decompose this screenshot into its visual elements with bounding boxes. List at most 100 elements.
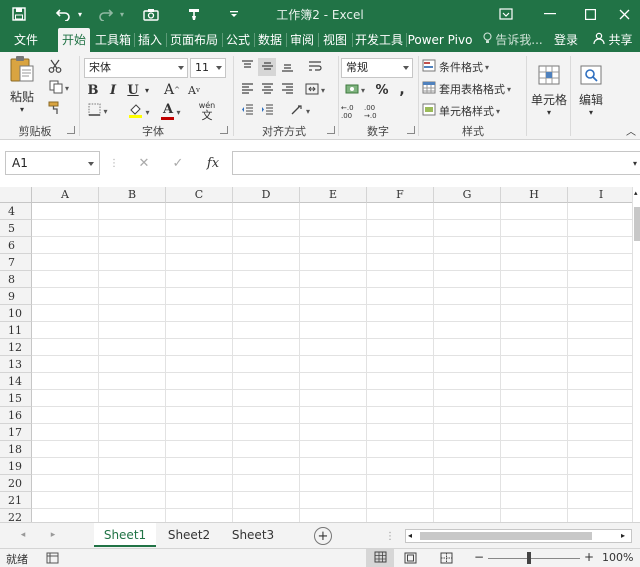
row-header-20[interactable]: 20 [0,475,32,492]
tell-me-box[interactable]: 告诉我... [480,28,546,52]
row-header-13[interactable]: 13 [0,356,32,373]
decrease-decimal-button[interactable]: .00 →.0 [364,102,386,122]
ribbon-display-options-icon[interactable] [484,0,528,28]
spreadsheet-grid[interactable]: ABCDEFGHI 4 5 6 7 8 9 10 11 12 13 14 15 16 17 18 19 20 21… [0,187,640,522]
zoom-slider-track[interactable] [488,558,580,559]
row-header-7[interactable]: 7 [0,254,32,271]
row-header-19[interactable]: 19 [0,458,32,475]
dialog-launcher-icon[interactable] [407,126,415,134]
row-header-18[interactable]: 18 [0,441,32,458]
tab-view[interactable]: 视图 [319,28,351,52]
bottom-align-button[interactable] [278,58,296,76]
font-size-dropdown[interactable]: 11 [190,58,226,78]
grow-font-button[interactable]: A ^ [163,81,181,99]
zoom-out-button[interactable]: − [474,550,484,564]
underline-dropdown-icon[interactable]: ▾ [142,81,152,99]
column-header-f[interactable]: F [367,187,434,203]
expand-formula-bar-icon[interactable]: ▾ [630,157,640,169]
format-as-table-button[interactable]: 套用表格格式 ▾ [422,80,522,98]
new-sheet-button[interactable]: + [314,527,332,545]
accounting-format-button[interactable]: ▾ [341,81,369,99]
next-sheet-icon[interactable]: ▸ [46,528,60,542]
scroll-right-icon[interactable]: ▸ [621,530,629,542]
page-layout-view-button[interactable] [404,552,417,567]
percent-button[interactable]: % [373,81,391,99]
dialog-launcher-icon[interactable] [327,126,335,134]
font-color-button[interactable]: A ▾ [157,102,185,122]
tab-power-pivot[interactable]: Power Pivo [407,28,473,52]
select-all-corner[interactable] [0,187,32,203]
sheet-tab-sheet1[interactable]: Sheet1 [94,523,156,547]
row-header-6[interactable]: 6 [0,237,32,254]
align-right-button[interactable] [278,81,296,99]
prev-sheet-icon[interactable]: ◂ [16,528,30,542]
cancel-entry-button[interactable]: ✕ [134,155,154,171]
tab-developer[interactable]: 开发工具 [353,28,405,52]
italic-button[interactable]: I [104,81,122,99]
cells-button[interactable]: 单元格 ▾ [530,58,568,122]
align-center-button[interactable] [258,81,276,99]
cell-styles-button[interactable]: 单元格样式 ▾ [422,102,512,120]
bold-button[interactable]: B [84,81,102,99]
horizontal-scrollbar[interactable]: ◂ ▸ [405,529,632,543]
tab-data[interactable]: 数据 [255,28,285,52]
shrink-font-button[interactable]: Av [185,81,203,99]
decrease-indent-button[interactable] [238,102,256,120]
vertical-scroll-thumb[interactable] [634,207,640,241]
conditional-formatting-button[interactable]: 条件格式 ▾ [422,58,512,76]
middle-align-button[interactable] [258,58,276,76]
maximize-icon[interactable] [568,0,612,28]
format-painter-button[interactable] [44,100,66,118]
close-icon[interactable] [608,0,640,28]
paste-button[interactable]: 粘贴 ▾ [6,55,38,114]
tab-page-layout[interactable]: 页面布局 [167,28,221,52]
column-header-a[interactable]: A [32,187,99,203]
row-header-14[interactable]: 14 [0,373,32,390]
row-header-16[interactable]: 16 [0,407,32,424]
wrap-text-button[interactable] [300,58,330,76]
copy-button[interactable]: ▾ [44,79,74,97]
zoom-in-button[interactable]: + [584,550,594,564]
borders-button[interactable]: ▾ [84,102,112,120]
row-header-5[interactable]: 5 [0,220,32,237]
vertical-scrollbar[interactable]: ▴ [632,187,640,522]
tab-toolbox[interactable]: 工具箱 [92,28,134,52]
editing-button[interactable]: 编辑 ▾ [574,58,608,122]
normal-view-button[interactable] [366,549,394,567]
column-header-b[interactable]: B [99,187,166,203]
tab-home[interactable]: 开始 [58,28,90,52]
row-header-15[interactable]: 15 [0,390,32,407]
formula-input[interactable] [232,151,640,175]
horizontal-scroll-thumb[interactable] [420,532,592,540]
dialog-launcher-icon[interactable] [220,126,228,134]
fill-color-button[interactable]: ▾ [124,102,154,122]
comma-button[interactable]: , [393,81,411,99]
row-header-8[interactable]: 8 [0,271,32,288]
top-align-button[interactable] [238,58,256,76]
increase-indent-button[interactable] [258,102,276,120]
share-button[interactable]: 共享 [588,28,638,52]
dialog-launcher-icon[interactable] [67,126,75,134]
increase-decimal-button[interactable]: ←.0 .00 [341,102,363,122]
underline-button[interactable]: U [124,81,142,99]
tab-insert[interactable]: 插入 [135,28,165,52]
zoom-slider-thumb[interactable] [527,552,531,564]
sign-in-link[interactable]: 登录 [550,28,582,52]
insert-function-button[interactable]: fx [202,154,224,172]
row-header-10[interactable]: 10 [0,305,32,322]
align-left-button[interactable] [238,81,256,99]
row-header-12[interactable]: 12 [0,339,32,356]
collapse-ribbon-icon[interactable]: ︿ [624,124,638,138]
tab-split-handle-icon[interactable]: ⋮ [385,529,395,543]
tab-file[interactable]: 文件 [6,28,46,52]
column-header-i[interactable]: I [568,187,635,203]
tab-review[interactable]: 审阅 [287,28,317,52]
name-box[interactable]: A1 [5,151,100,175]
minimize-icon[interactable] [528,0,572,28]
font-name-dropdown[interactable]: 宋体 [84,58,188,78]
column-header-g[interactable]: G [434,187,501,203]
row-header-17[interactable]: 17 [0,424,32,441]
merge-center-button[interactable]: ▾ [300,81,330,99]
row-header-21[interactable]: 21 [0,492,32,509]
column-header-d[interactable]: D [233,187,300,203]
